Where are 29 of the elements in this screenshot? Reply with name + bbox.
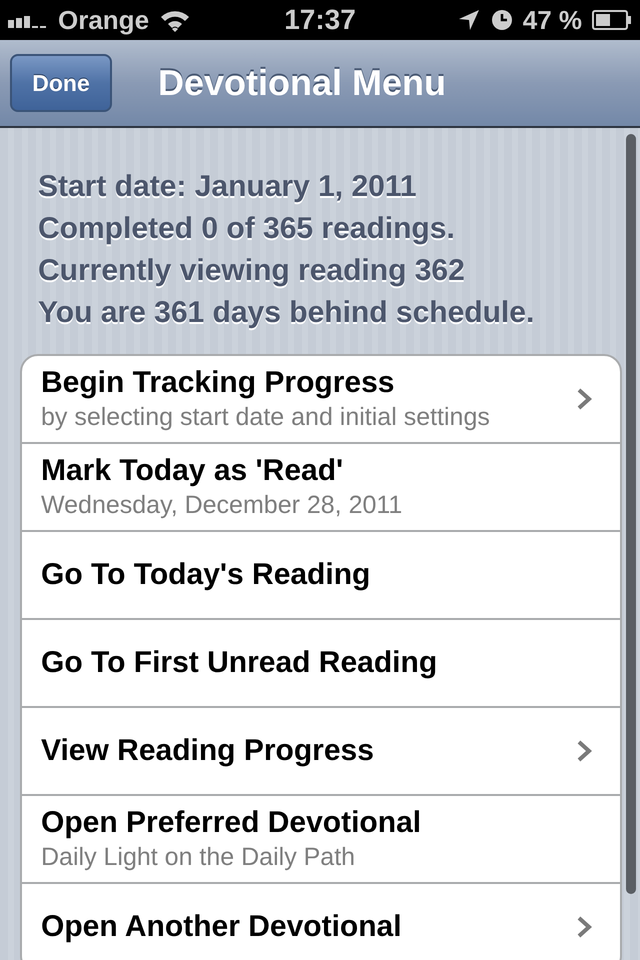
row-title: Open Preferred Devotional [41,805,422,841]
clock-time: 17:37 [284,4,356,36]
menu-row[interactable]: Open Preferred Devotional Daily Light on the Daily Path [22,796,620,884]
row-subtitle: by selecting start date and initial settings [41,402,490,433]
row-title: Begin Tracking Progress [41,365,396,401]
summary-text: Currently viewing reading 362 [38,253,466,289]
menu-row[interactable]: Mark Today as 'Read' Wednesday, December 28, 2011 [22,444,620,532]
summary-text: Completed 0 of 365 readings. [38,211,456,247]
menu-row[interactable]: Go To First Unread Reading [22,620,620,708]
menu-row[interactable]: Begin Tracking Progress by selecting start date and initial settings [22,356,620,444]
summary-text: Start date: January 1, 2011 [38,169,418,205]
nav-title: Devotional Menu [158,62,446,104]
clock-icon [490,9,513,31]
row-subtitle: Daily Light on the Daily Path [41,842,356,873]
menu-row[interactable]: Go To Today's Reading [22,532,620,620]
location-arrow-icon [456,8,481,32]
row-title: Open Another Devotional [41,909,402,945]
summary-text: You are 361 days behind schedule. [38,295,536,331]
row-title: Go To First Unread Reading [41,645,438,681]
row-title: Go To Today's Reading [41,557,370,593]
done-button[interactable]: Done [10,54,112,112]
battery-percentage: 47 % [522,4,582,36]
row-subtitle: Wednesday, December 28, 2011 [41,490,402,521]
battery-icon [592,10,632,30]
menu-row[interactable]: Open Another Devotional [22,884,620,960]
row-title: View Reading Progress [41,733,374,769]
menu-row[interactable]: View Reading Progress [22,708,620,796]
carrier-name: Orange [58,4,150,36]
row-title: Mark Today as 'Read' [41,453,344,489]
